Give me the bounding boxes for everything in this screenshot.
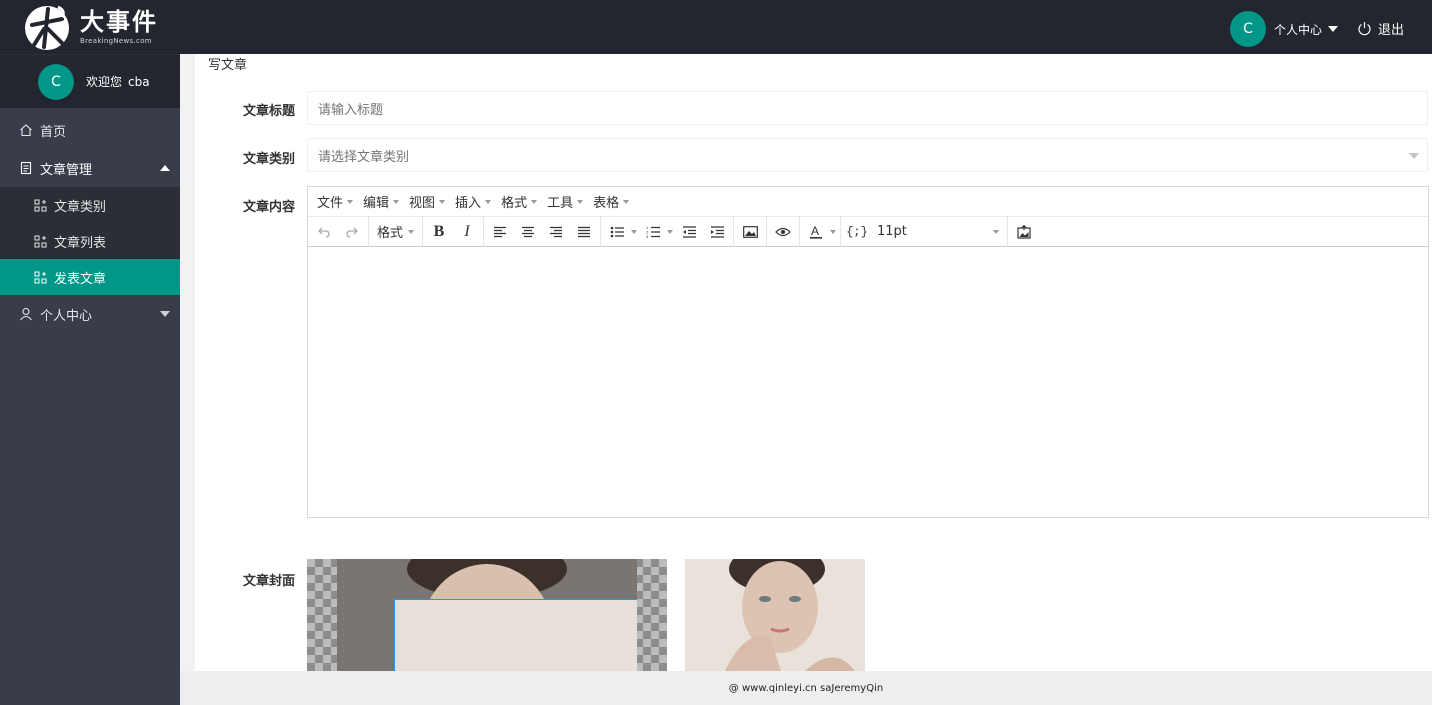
sidebar-item-label: 首页: [40, 124, 67, 140]
app-grid-icon: [34, 271, 47, 284]
welcome-text: 欢迎您 cba: [86, 73, 150, 90]
sidebar-item-label: 文章管理: [40, 162, 93, 178]
cover-cropper[interactable]: [307, 559, 667, 671]
svg-text:3: 3: [646, 234, 649, 238]
footer-text: @ www.qinleyi.cn saJeremyQin: [728, 682, 884, 694]
rich-text-editor[interactable]: 文件 编辑 视图 插入 格式 工具 表格 格式 B I 1 2 3 A {;} …: [307, 186, 1429, 518]
cover-preview-image: [685, 559, 865, 671]
user-icon: [18, 307, 33, 322]
sidebar-item-label: 文章列表: [54, 235, 107, 251]
menu-insert[interactable]: 插入: [454, 192, 492, 211]
app-grid-icon: [34, 199, 47, 212]
welcome-label: 欢迎您: [86, 75, 123, 89]
menu-edit[interactable]: 编辑: [362, 192, 400, 211]
sidebar-item-label: 发表文章: [54, 271, 107, 287]
personal-center-link[interactable]: 个人中心: [1274, 21, 1322, 38]
logo-title: 大事件: [80, 7, 158, 36]
user-info: C 欢迎您 cba: [0, 54, 180, 108]
main-content: 写文章 文章标题 请输入标题 文章类别 请选择文章类别 文章内容 文件 编辑 视…: [180, 54, 1432, 671]
font-size-value: 11pt: [877, 224, 907, 239]
bold-icon[interactable]: B: [425, 219, 453, 245]
crop-box[interactable]: [394, 599, 637, 671]
sidebar-item-article-category[interactable]: 文章类别: [0, 187, 180, 223]
sidebar-item-label: 个人中心: [40, 308, 93, 324]
image-upload-icon[interactable]: [1010, 219, 1038, 245]
align-center-icon[interactable]: [514, 219, 542, 245]
sidebar: 大事件 BreakingNews.com C 欢迎您 cba 首页 文章管理 文…: [0, 0, 180, 705]
sidebar-subnav: 文章类别 文章列表 发表文章: [0, 187, 180, 295]
chevron-down-icon: [1328, 26, 1338, 32]
content-label: 文章内容: [242, 200, 295, 215]
sidebar-item-label: 文章类别: [54, 199, 107, 215]
username: cba: [128, 75, 150, 89]
chevron-up-icon: [160, 165, 170, 171]
logo-ink-icon: [22, 1, 74, 53]
align-right-icon[interactable]: [542, 219, 570, 245]
home-icon: [18, 123, 33, 138]
category-placeholder: 请选择文章类别: [318, 149, 410, 165]
align-left-icon[interactable]: [486, 219, 514, 245]
italic-icon[interactable]: I: [453, 219, 481, 245]
image-icon[interactable]: [736, 219, 764, 245]
cover-label: 文章封面: [242, 574, 295, 589]
logo-subtitle: BreakingNews.com: [80, 37, 152, 45]
logout-label: 退出: [1377, 23, 1404, 38]
indent-icon[interactable]: [703, 219, 731, 245]
cover-image: [337, 559, 637, 671]
power-icon: [1358, 22, 1371, 36]
menu-tools[interactable]: 工具: [546, 192, 584, 211]
top-header: C 个人中心 退出: [180, 0, 1432, 54]
editor-menubar: 文件 编辑 视图 插入 格式 工具 表格: [308, 187, 1428, 217]
avatar[interactable]: C: [1229, 11, 1266, 47]
undo-icon[interactable]: [310, 219, 338, 245]
sidebar-item-personal-center[interactable]: 个人中心: [0, 295, 180, 333]
text-color-icon[interactable]: A: [802, 219, 830, 245]
menu-format[interactable]: 格式: [500, 192, 538, 211]
preview-eye-icon[interactable]: [769, 219, 797, 245]
sidebar-item-article-manage[interactable]: 文章管理: [0, 149, 180, 187]
menu-view[interactable]: 视图: [408, 192, 446, 211]
chevron-down-icon: [160, 311, 170, 317]
chevron-down-icon[interactable]: [667, 219, 675, 245]
app-grid-icon: [34, 235, 47, 248]
article-icon: [18, 161, 33, 176]
page-title: 写文章: [208, 58, 248, 73]
sidebar-item-article-list[interactable]: 文章列表: [0, 223, 180, 259]
chevron-down-icon[interactable]: [830, 219, 838, 245]
editor-content-area[interactable]: [308, 247, 1428, 517]
header-user-menu[interactable]: C 个人中心: [1229, 11, 1338, 47]
align-justify-icon[interactable]: [570, 219, 598, 245]
category-select[interactable]: 请选择文章类别: [307, 138, 1428, 172]
format-select[interactable]: 格式: [371, 219, 420, 245]
bullet-list-icon[interactable]: [603, 219, 631, 245]
title-input[interactable]: 请输入标题: [307, 91, 1428, 125]
chevron-down-icon[interactable]: [631, 219, 639, 245]
logo[interactable]: 大事件 BreakingNews.com: [0, 0, 180, 54]
category-label: 文章类别: [242, 152, 295, 167]
logout-button[interactable]: 退出: [1357, 19, 1404, 38]
sidebar-item-home[interactable]: 首页: [0, 111, 180, 149]
sidebar-item-publish-article[interactable]: 发表文章: [0, 259, 180, 295]
publish-card: 写文章 文章标题 请输入标题 文章类别 请选择文章类别 文章内容 文件 编辑 视…: [195, 54, 1432, 671]
avatar[interactable]: C: [38, 63, 74, 100]
chevron-down-icon: [1409, 153, 1419, 159]
footer: @ www.qinleyi.cn saJeremyQin: [180, 671, 1432, 705]
redo-icon[interactable]: [338, 219, 366, 245]
numbered-list-icon[interactable]: 123: [639, 219, 667, 245]
title-label: 文章标题: [242, 104, 295, 119]
code-braces-icon[interactable]: {;}: [843, 219, 871, 245]
editor-toolbar: 格式 B I 1 2 3 A {;} 11pt: [308, 216, 1428, 247]
menu-file[interactable]: 文件: [316, 192, 354, 211]
font-size-select[interactable]: 11pt: [871, 219, 1005, 245]
menu-table[interactable]: 表格: [592, 192, 630, 211]
sidebar-nav: 首页 文章管理 文章类别 文章列表 发表文章 个人中心: [0, 111, 180, 333]
svg-text:A: A: [811, 224, 819, 238]
outdent-icon[interactable]: [675, 219, 703, 245]
